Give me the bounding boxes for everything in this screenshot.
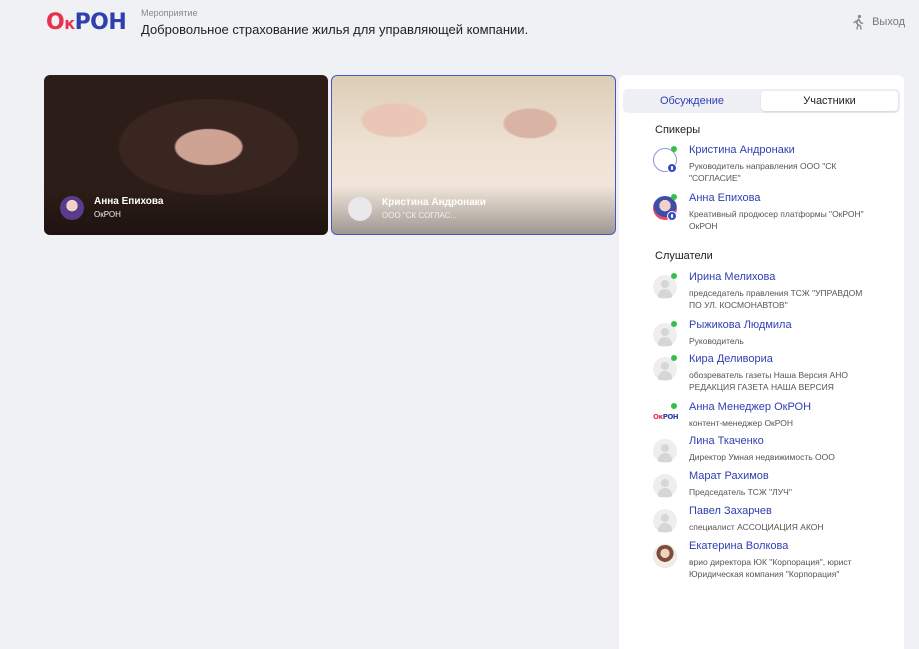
exit-button[interactable]: Выход <box>850 14 905 30</box>
online-indicator <box>671 321 677 327</box>
video-shade <box>332 186 615 234</box>
listener-role: председатель правления ТСЖ "УПРАВДОМ ПО … <box>689 288 863 310</box>
okron-logo[interactable]: ОкРОН <box>46 10 127 35</box>
listener-name[interactable]: Рыжикова Людмила <box>689 319 792 331</box>
user-placeholder-icon <box>653 509 677 533</box>
online-indicator <box>671 403 677 409</box>
speaker-role: Креативный продюсер платформы "ОкРОН" Ок… <box>689 209 864 231</box>
online-indicator <box>671 355 677 361</box>
video-participant-name: Кристина Андронаки <box>382 197 486 208</box>
avatar <box>653 544 677 568</box>
video-tile-anna[interactable]: Анна Епихова ОкРОН <box>44 75 328 235</box>
listener-role: врио директора ЮК "Корпорация", юрист Юр… <box>689 557 852 579</box>
speaker-role: Руководитель направления ООО "СК "СОГЛАС… <box>689 161 837 183</box>
listener-name[interactable]: Екатерина Волкова <box>689 540 788 552</box>
online-indicator <box>671 146 677 152</box>
listener-name[interactable]: Анна Менеджер ОкРОН <box>689 401 811 413</box>
video-tile-kristina[interactable]: Кристина Андронаки ООО "СК СОГЛАС... <box>331 75 616 235</box>
listener-role: специалист АССОЦИАЦИЯ АКОН <box>689 522 824 532</box>
listener-role: обозреватель газеты Наша Версия АНО РЕДА… <box>689 370 848 392</box>
avatar <box>60 196 84 220</box>
listener-role: Председатель ТСЖ "ЛУЧ" <box>689 487 792 497</box>
mic-icon <box>667 163 677 173</box>
speaker-name[interactable]: Анна Епихова <box>689 192 760 204</box>
user-placeholder-icon <box>653 439 677 463</box>
event-label: Мероприятие <box>141 8 198 18</box>
listener-name[interactable]: Марат Рахимов <box>689 470 769 482</box>
video-shade <box>44 187 328 235</box>
listener-name[interactable]: Лина Ткаченко <box>689 435 764 447</box>
event-title: Добровольное страхование жилья для управ… <box>141 22 529 37</box>
avatar <box>348 197 372 221</box>
participants-panel: Обсуждение Участники Спикеры Кристина Ан… <box>619 75 904 649</box>
listener-name[interactable]: Ирина Мелихова <box>689 271 775 283</box>
online-indicator <box>671 273 677 279</box>
listeners-section-title: Слушатели <box>655 250 713 262</box>
user-placeholder-icon <box>653 474 677 498</box>
listener-role: контент-менеджер ОкРОН <box>689 418 794 428</box>
video-participant-org: ООО "СК СОГЛАС... <box>382 211 457 220</box>
listener-name[interactable]: Павел Захарчев <box>689 505 772 517</box>
listener-role: Директор Умная недвижимость ООО <box>689 452 835 462</box>
exit-label: Выход <box>872 16 905 28</box>
listener-role: Руководитель <box>689 336 744 346</box>
mic-icon <box>667 211 677 221</box>
tab-discussion[interactable]: Обсуждение <box>625 91 759 111</box>
video-participant-org: ОкРОН <box>94 210 121 219</box>
online-indicator <box>671 194 677 200</box>
tab-participants[interactable]: Участники <box>761 91 898 111</box>
speaker-name[interactable]: Кристина Андронаки <box>689 144 795 156</box>
video-participant-name: Анна Епихова <box>94 196 164 207</box>
walking-person-icon <box>853 14 864 30</box>
panel-tabs: Обсуждение Участники <box>623 89 900 113</box>
top-bar: ОкРОН Мероприятие Добровольное страхован… <box>0 0 919 52</box>
listener-name[interactable]: Кира Деливориа <box>689 353 773 365</box>
speakers-section-title: Спикеры <box>655 124 701 136</box>
